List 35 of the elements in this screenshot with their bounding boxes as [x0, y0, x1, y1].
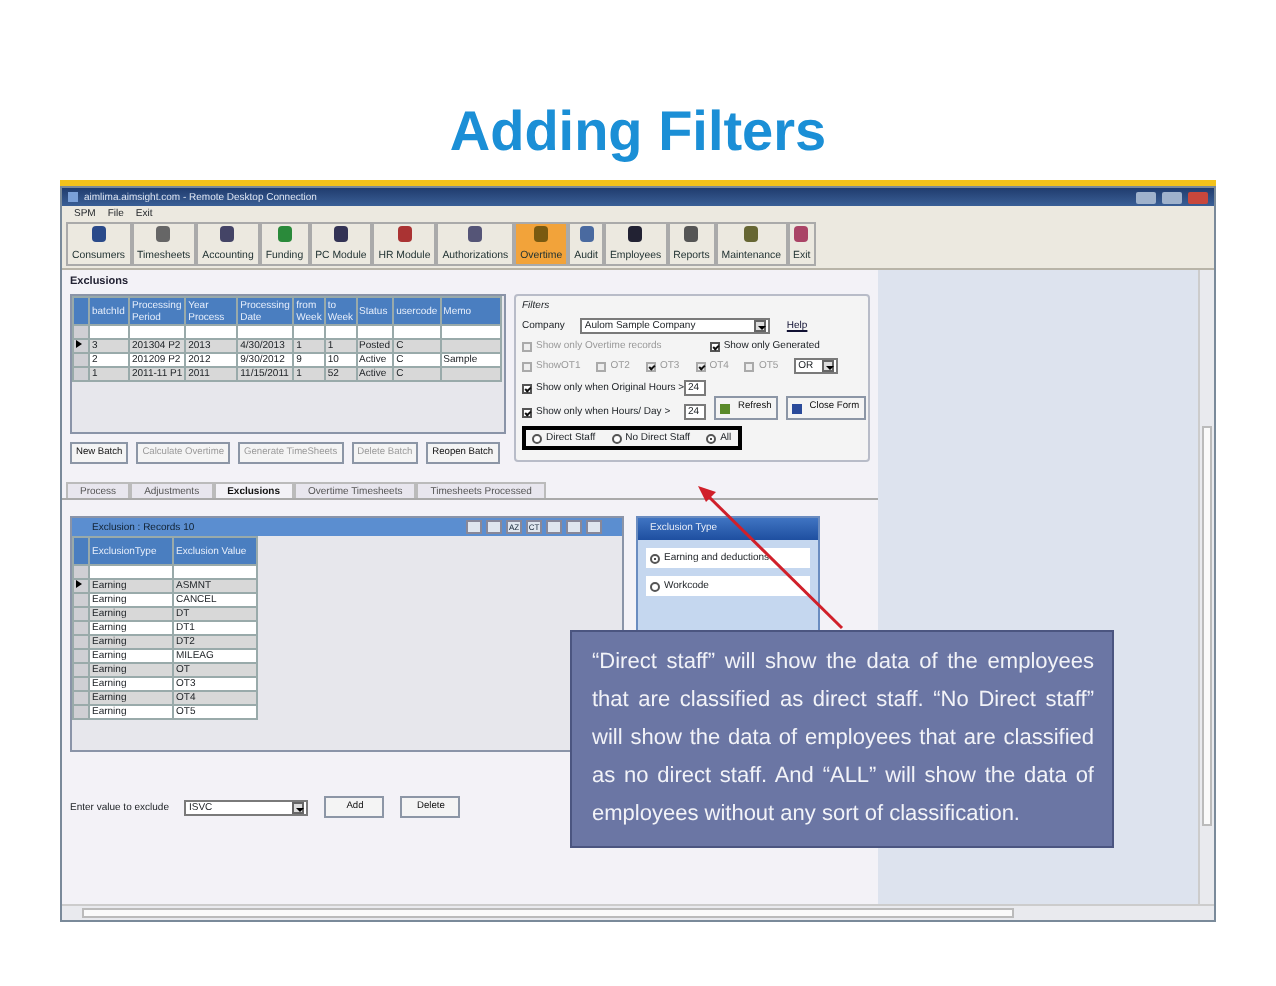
- toolbar-glyph-icon: [220, 226, 235, 242]
- maximize-button[interactable]: [1162, 191, 1182, 203]
- row-pointer-icon: [76, 580, 82, 588]
- toolbar-glyph-icon: [333, 226, 348, 242]
- checkbox[interactable]: [522, 407, 532, 417]
- toolbar-glyph-icon: [579, 226, 594, 242]
- toolbar-glyph-icon: [468, 226, 483, 242]
- vertical-scrollbar[interactable]: [1198, 270, 1214, 904]
- checkbox[interactable]: [709, 341, 720, 351]
- radio-button[interactable]: [650, 581, 660, 591]
- radio-button[interactable]: [611, 433, 622, 443]
- toolbar-glyph-icon: [534, 226, 549, 242]
- checkbox[interactable]: [744, 361, 755, 371]
- radio-button[interactable]: [532, 433, 542, 443]
- checkbox[interactable]: [645, 361, 656, 371]
- checkbox[interactable]: [596, 361, 607, 371]
- toolbar-glyph-icon: [628, 226, 643, 242]
- radio-button[interactable]: [650, 553, 660, 563]
- checkbox[interactable]: [522, 361, 532, 371]
- checkbox[interactable]: [695, 361, 706, 371]
- app-icon: [68, 192, 78, 202]
- toolbar-glyph-icon: [744, 226, 759, 242]
- radio-button[interactable]: [706, 433, 717, 443]
- checkbox[interactable]: [522, 383, 532, 393]
- horizontal-scrollbar[interactable]: [62, 904, 1214, 920]
- toolbar-glyph-icon: [794, 226, 809, 242]
- toolbar-glyph-icon: [156, 226, 171, 242]
- toolbar-glyph-icon: [397, 226, 412, 242]
- slide-title: Adding Filters: [447, 98, 829, 166]
- minimize-button[interactable]: [1136, 191, 1156, 203]
- callout-text: “Direct staff” will show the data of the employees that are classified as direct staff. “No Direct staff” will show the data of employees that are classified as no direct staff. And “ALL” will show the data of employees without any sort of classification.: [570, 630, 1114, 848]
- row-pointer-icon: [76, 340, 82, 348]
- toolbar-glyph-icon: [684, 226, 699, 242]
- toolbar-glyph-icon: [277, 226, 292, 242]
- toolbar-glyph-icon: [91, 226, 106, 242]
